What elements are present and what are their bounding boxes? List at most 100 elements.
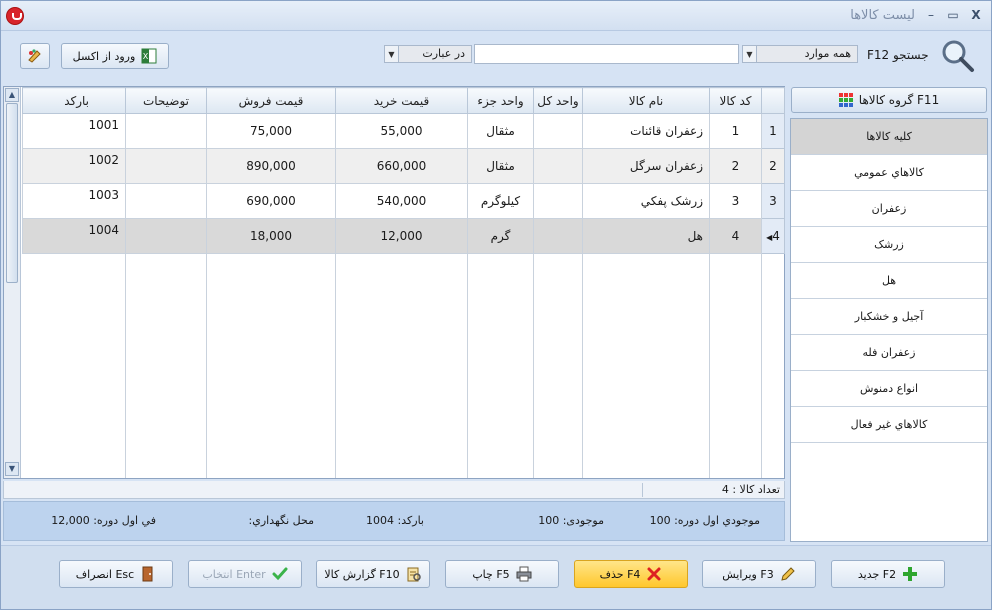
row-indicator[interactable]: 3 bbox=[761, 183, 785, 219]
col-header-unit-part[interactable]: واحد جزء bbox=[467, 87, 534, 114]
cancel-button[interactable]: انصراف Esc bbox=[59, 560, 173, 588]
cell-code[interactable]: 1 bbox=[709, 113, 762, 149]
cell-sell-price[interactable]: 890,000 bbox=[206, 148, 336, 184]
edit-button[interactable]: ویرایش F3 bbox=[702, 560, 816, 588]
cell-name[interactable]: زعفران سرگل bbox=[582, 148, 710, 184]
col-header-name[interactable]: نام کالا bbox=[582, 87, 710, 114]
excel-import-label: ورود از اکسل bbox=[72, 49, 136, 63]
cell-name[interactable]: هل bbox=[582, 218, 710, 254]
groups-button[interactable]: گروه کالاها F11 bbox=[791, 87, 987, 113]
cell-code[interactable]: 4 bbox=[709, 218, 762, 254]
maximize-button[interactable]: ▭ bbox=[944, 7, 962, 23]
search-input[interactable] bbox=[474, 44, 739, 64]
cell-barcode[interactable]: 1002 bbox=[22, 148, 126, 184]
cell-unit-part[interactable]: کیلوگرم bbox=[467, 183, 534, 219]
cell-sell-price[interactable]: 18,000 bbox=[206, 218, 336, 254]
excel-import-button[interactable]: ورود از اکسل X bbox=[61, 43, 169, 69]
group-item-general[interactable]: کالاهاي عمومي bbox=[791, 155, 987, 191]
row-indicator[interactable]: ◀4 bbox=[761, 218, 785, 254]
excel-icon: X bbox=[141, 48, 157, 64]
col-header-indicator bbox=[761, 87, 785, 114]
col-header-buy-price[interactable]: قیمت خرید bbox=[335, 87, 468, 114]
table-row-selected[interactable]: 1004 18,000 12,000 گرم هل 4 ◀4 bbox=[22, 218, 785, 254]
group-item-nuts[interactable]: آجیل و خشکبار bbox=[791, 299, 987, 335]
match-type-select[interactable]: ▼ در عبارت bbox=[384, 45, 472, 63]
table-row[interactable]: 1001 75,000 55,000 مثقال زعفران قائنات 1… bbox=[22, 113, 785, 149]
minimize-button[interactable]: – bbox=[922, 7, 940, 23]
cell-unit-part[interactable]: مثقال bbox=[467, 113, 534, 149]
grid-icon bbox=[838, 93, 853, 107]
search-scope-select[interactable]: ▼ همه موارد bbox=[742, 45, 858, 63]
scroll-thumb[interactable] bbox=[6, 103, 18, 283]
cell-notes[interactable] bbox=[125, 148, 207, 184]
cell-barcode[interactable]: 1003 bbox=[22, 183, 126, 219]
cell-sell-price[interactable]: 690,000 bbox=[206, 183, 336, 219]
cell-code[interactable]: 3 bbox=[709, 183, 762, 219]
col-divider bbox=[125, 253, 126, 478]
col-header-unit-whole[interactable]: واحد کل bbox=[533, 87, 583, 114]
svg-text:X: X bbox=[143, 52, 149, 61]
cell-buy-price[interactable]: 660,000 bbox=[335, 148, 468, 184]
scroll-down-icon[interactable]: ▼ bbox=[5, 462, 19, 476]
cell-name[interactable]: زرشک پفكي bbox=[582, 183, 710, 219]
group-item-all[interactable]: کلیه کالاها bbox=[791, 119, 987, 155]
col-header-sell-price[interactable]: قیمت فروش bbox=[206, 87, 336, 114]
cell-name[interactable]: زعفران قائنات bbox=[582, 113, 710, 149]
search-icon[interactable] bbox=[941, 39, 975, 73]
items-table: بارکد توضیحات قیمت فروش قیمت خرید واحد ج… bbox=[22, 87, 785, 254]
cell-unit-whole[interactable] bbox=[533, 218, 583, 254]
col-header-code[interactable]: کد کالا bbox=[709, 87, 762, 114]
title-bar: لیست کالاها – ▭ X bbox=[1, 1, 991, 31]
cell-buy-price[interactable]: 55,000 bbox=[335, 113, 468, 149]
close-button[interactable]: X bbox=[967, 7, 985, 23]
cell-unit-whole[interactable] bbox=[533, 183, 583, 219]
delete-x-icon bbox=[646, 566, 662, 582]
new-button[interactable]: جدید F2 bbox=[831, 560, 945, 588]
table-row[interactable]: 1002 890,000 660,000 مثقال زعفران سرگل 2… bbox=[22, 148, 785, 184]
search-label: جستجو F12 bbox=[867, 48, 929, 62]
col-divider bbox=[533, 253, 534, 478]
cell-barcode[interactable]: 1004 bbox=[22, 218, 126, 254]
cell-notes[interactable] bbox=[125, 218, 207, 254]
print-button[interactable]: چاپ F5 bbox=[445, 560, 559, 588]
cell-code[interactable]: 2 bbox=[709, 148, 762, 184]
action-bar: جدید F2 ویرایش F3 حذف F4 چاپ F5 گزارش کا… bbox=[1, 545, 991, 609]
main-window: لیست کالاها – ▭ X ورود از اکسل X ▼ در عب… bbox=[0, 0, 992, 610]
vertical-scrollbar[interactable]: ▲ ▼ bbox=[4, 87, 21, 478]
cell-unit-whole[interactable] bbox=[533, 113, 583, 149]
edit-button-label: ویرایش F3 bbox=[722, 567, 774, 581]
cell-buy-price[interactable]: 12,000 bbox=[335, 218, 468, 254]
theme-button[interactable] bbox=[20, 43, 50, 69]
cell-unit-part[interactable]: مثقال bbox=[467, 148, 534, 184]
scroll-up-icon[interactable]: ▲ bbox=[5, 88, 19, 102]
group-item-herbal-tea[interactable]: انواع دمنوش bbox=[791, 371, 987, 407]
table-row[interactable]: 1003 690,000 540,000 کیلوگرم زرشک پفكي 3… bbox=[22, 183, 785, 219]
row-indicator[interactable]: 2 bbox=[761, 148, 785, 184]
select-button[interactable]: انتخاب Enter bbox=[188, 560, 302, 588]
info-first-price: في اول دوره: 12,000 bbox=[51, 514, 156, 527]
group-item-cardamom[interactable]: هل bbox=[791, 263, 987, 299]
cell-unit-whole[interactable] bbox=[533, 148, 583, 184]
row-indicator[interactable]: 1 bbox=[761, 113, 785, 149]
toolbar: ورود از اکسل X ▼ در عبارت ▼ همه موارد bbox=[1, 32, 991, 82]
chevron-down-icon: ▼ bbox=[743, 46, 757, 62]
item-report-button-label: گزارش کالا F10 bbox=[324, 567, 400, 581]
group-item-bulk-saffron[interactable]: زعفران فله bbox=[791, 335, 987, 371]
col-divider bbox=[335, 253, 336, 478]
col-header-notes[interactable]: توضیحات bbox=[125, 87, 207, 114]
group-item-saffron[interactable]: زعفران bbox=[791, 191, 987, 227]
cell-unit-part[interactable]: گرم bbox=[467, 218, 534, 254]
group-item-inactive[interactable]: کالاهاي غیر فعال bbox=[791, 407, 987, 443]
cell-sell-price[interactable]: 75,000 bbox=[206, 113, 336, 149]
delete-button[interactable]: حذف F4 bbox=[574, 560, 688, 588]
delete-button-label: حذف F4 bbox=[599, 567, 641, 581]
cell-barcode[interactable]: 1001 bbox=[22, 113, 126, 149]
cell-notes[interactable] bbox=[125, 113, 207, 149]
col-header-barcode[interactable]: بارکد bbox=[22, 87, 126, 114]
cell-notes[interactable] bbox=[125, 183, 207, 219]
item-report-button[interactable]: گزارش کالا F10 bbox=[316, 560, 430, 588]
printer-icon bbox=[516, 566, 532, 582]
group-item-barberry[interactable]: زرشک bbox=[791, 227, 987, 263]
table-header-row: بارکد توضیحات قیمت فروش قیمت خرید واحد ج… bbox=[22, 87, 785, 114]
cell-buy-price[interactable]: 540,000 bbox=[335, 183, 468, 219]
